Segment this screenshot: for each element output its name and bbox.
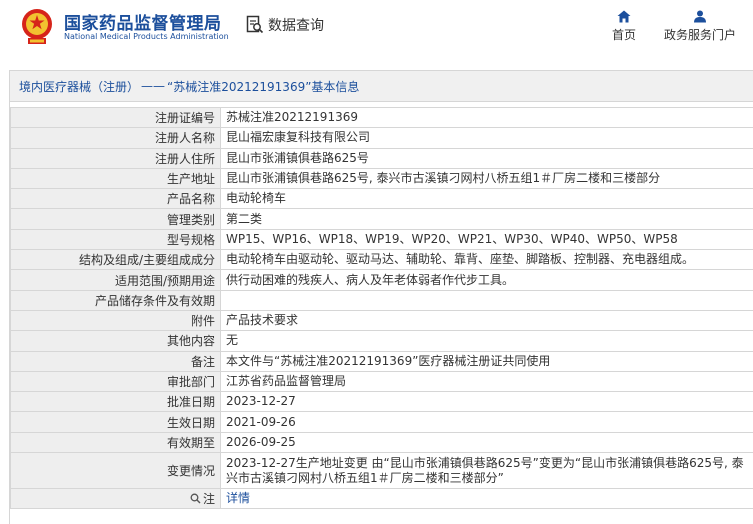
breadcrumb-separator: —— <box>141 79 166 93</box>
field-value: 2023-12-27 <box>220 391 753 413</box>
nav-home[interactable]: 首页 <box>608 10 640 43</box>
field-label: 其他内容 <box>10 330 221 352</box>
detail-panel: 境内医疗器械（注册） —— “苏械注准20212191369”基本信息 注册证编… <box>9 70 753 524</box>
table-row: 注册人名称 昆山福宏康复科技有限公司 <box>10 127 753 149</box>
field-label: 生效日期 <box>10 411 221 433</box>
table-row: 附件 产品技术要求 <box>10 309 753 332</box>
nav-home-label: 首页 <box>611 28 636 42</box>
field-value <box>220 289 753 311</box>
table-row: 适用范围/预期用途 供行动困难的残疾人、病人及年老体弱者作代步工具。 <box>10 269 753 291</box>
table-row: 其他内容无 <box>10 330 753 352</box>
details-link[interactable]: 详情 <box>226 491 250 505</box>
field-value: 昆山市张浦镇俱巷路625号 <box>220 147 753 169</box>
field-value: 供行动困难的残疾人、病人及年老体弱者作代步工具。 <box>220 269 753 291</box>
table-row: 注册人住所 昆山市张浦镇俱巷路625号 <box>10 147 753 169</box>
note-label: 注 <box>202 492 215 507</box>
brand-title-cn[interactable]: 国家药品监督管理局 <box>64 9 222 34</box>
table-row: 管理类别 第二类 <box>10 208 753 230</box>
field-label: 结构及组成/主要组成成分 <box>10 249 221 271</box>
table-row: 注 详情 <box>10 488 753 510</box>
magnifier-icon <box>190 493 201 504</box>
field-value: 电动轮椅车由驱动轮、驱动马达、辅助轮、靠背、座垫、脚踏板、控制器、充电器组成。 <box>220 249 753 271</box>
table-row: 产品储存条件及有效期 <box>10 289 753 311</box>
field-label: 型号规格 <box>10 228 221 251</box>
table-row: 备注 本文件与“苏械注准20212191369”医疗器械注册证共同使用 <box>10 350 753 372</box>
field-label: 备注 <box>10 350 221 372</box>
field-label: 产品名称 <box>10 188 221 210</box>
document-search-icon <box>246 15 264 34</box>
field-label: 附件 <box>10 309 221 332</box>
data-query-label: 数据查询 <box>268 18 324 34</box>
field-label: 适用范围/预期用途 <box>10 269 221 291</box>
field-value: 苏械注准20212191369 <box>220 106 753 129</box>
brand-title-en[interactable]: National Medical Products Administration <box>64 32 229 41</box>
table-row: 审批部门 江苏省药品监督管理局 <box>10 370 753 393</box>
data-query-link[interactable]: 数据查询 <box>246 14 324 36</box>
field-value: 本文件与“苏械注准20212191369”医疗器械注册证共同使用 <box>220 350 753 372</box>
home-icon <box>617 10 631 23</box>
field-label: 注册证编号 <box>10 106 221 129</box>
field-label-note: 注 <box>10 488 221 510</box>
breadcrumb-section[interactable]: 境内医疗器械（注册） <box>19 78 139 95</box>
breadcrumb: 境内医疗器械（注册） —— “苏械注准20212191369”基本信息 <box>10 71 753 102</box>
table-row: 生产地址 昆山市张浦镇俱巷路625号, 泰兴市古溪镇刁网村八桥五组1＃厂房二楼和三… <box>10 167 753 190</box>
table-row: 变更情况 2023-12-27生产地址变更 由“昆山市张浦镇俱巷路625号”变更为… <box>10 452 753 490</box>
field-label: 批准日期 <box>10 391 221 413</box>
field-label: 生产地址 <box>10 167 221 190</box>
field-label: 产品储存条件及有效期 <box>10 289 221 311</box>
table-row: 注册证编号 苏械注准20212191369 <box>10 106 753 129</box>
field-value: 电动轮椅车 <box>220 188 753 210</box>
field-value: 无 <box>220 330 753 352</box>
field-label: 注册人住所 <box>10 147 221 169</box>
field-value: 产品技术要求 <box>220 309 753 332</box>
field-label: 审批部门 <box>10 370 221 393</box>
field-label: 变更情况 <box>10 452 221 490</box>
table-row: 批准日期 2023-12-27 <box>10 391 753 413</box>
field-value: 2026-09-25 <box>220 431 753 454</box>
table-row: 产品名称 电动轮椅车 <box>10 188 753 210</box>
breadcrumb-current: “苏械注准20212191369”基本信息 <box>167 79 360 94</box>
field-value: 昆山福宏康复科技有限公司 <box>220 127 753 149</box>
field-label: 管理类别 <box>10 208 221 230</box>
field-value: 江苏省药品监督管理局 <box>220 370 753 393</box>
field-label: 注册人名称 <box>10 127 221 149</box>
detail-table: 注册证编号 苏械注准20212191369 注册人名称 昆山福宏康复科技有限公司 注… <box>10 106 753 510</box>
field-label: 有效期至 <box>10 431 221 454</box>
field-value: 2021-09-26 <box>220 411 753 433</box>
table-row: 型号规格 WP15、WP16、WP18、WP19、WP20、WP21、WP30、W… <box>10 228 753 251</box>
field-value: 2023-12-27生产地址变更 由“昆山市张浦镇俱巷路625号”变更为“昆山市… <box>220 452 753 490</box>
national-emblem-icon <box>22 9 52 44</box>
user-icon <box>694 10 706 23</box>
nav-service-portal-label: 政务服务门户 <box>663 28 736 42</box>
table-row: 有效期至 2026-09-25 <box>10 431 753 454</box>
site-header: 国家药品监督管理局 National Medical Products Admi… <box>0 0 753 56</box>
table-row: 生效日期 2021-09-26 <box>10 411 753 433</box>
field-value: WP15、WP16、WP18、WP19、WP20、WP21、WP30、WP40、… <box>220 228 753 251</box>
field-value: 昆山市张浦镇俱巷路625号, 泰兴市古溪镇刁网村八桥五组1＃厂房二楼和三楼部分 <box>220 167 753 190</box>
field-value: 第二类 <box>220 208 753 230</box>
nav-service-portal[interactable]: 政务服务门户 <box>662 10 738 43</box>
table-row: 结构及组成/主要组成成分 电动轮椅车由驱动轮、驱动马达、辅助轮、靠背、座垫、脚踏板… <box>10 249 753 271</box>
